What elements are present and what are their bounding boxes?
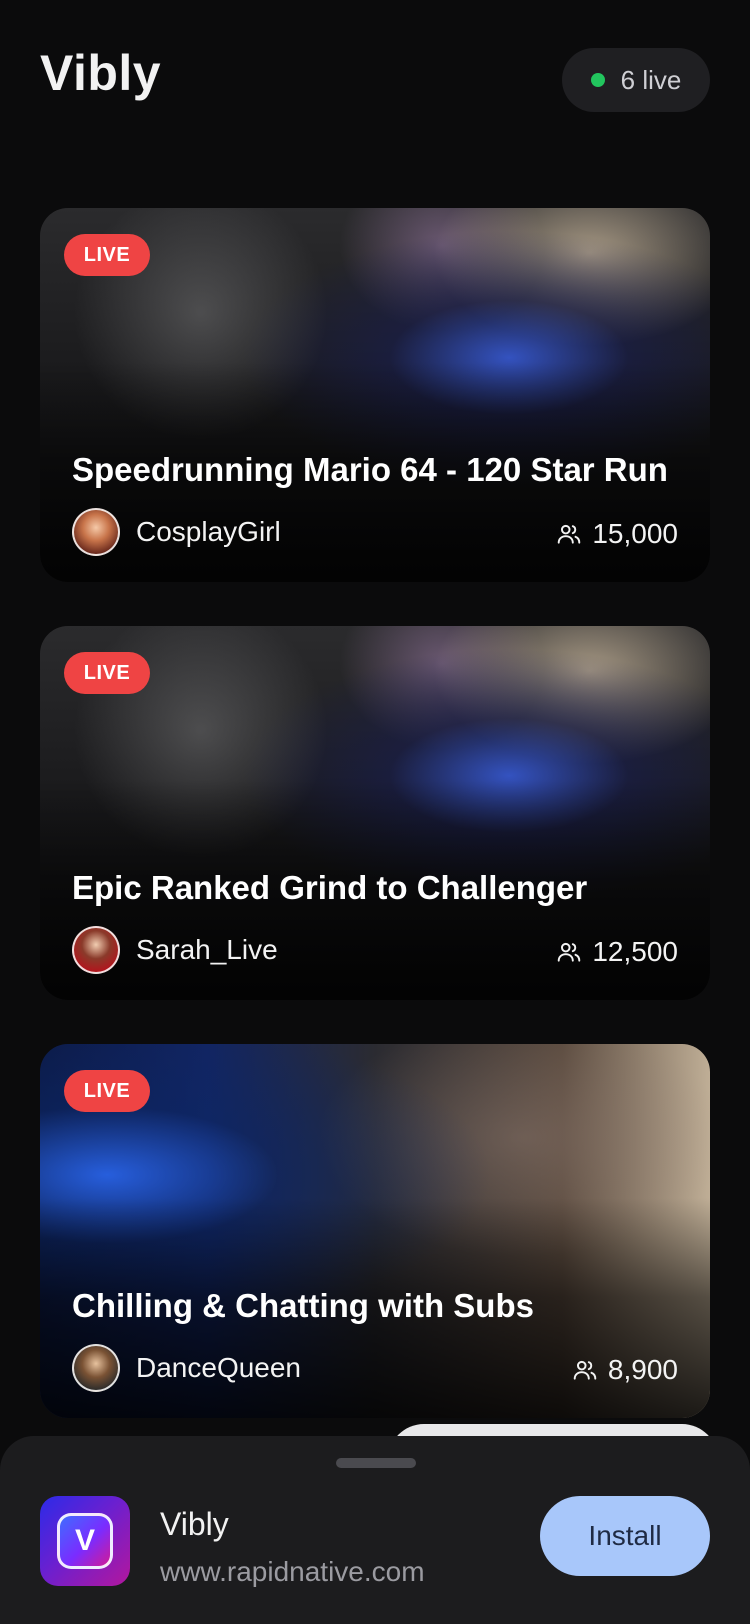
app-icon: V — [40, 1496, 130, 1586]
users-icon — [573, 1360, 597, 1380]
stream-feed: LIVE Speedrunning Mario 64 - 120 Star Ru… — [40, 208, 710, 1462]
stream-card[interactable]: LIVE Speedrunning Mario 64 - 120 Star Ru… — [40, 208, 710, 582]
app-title: Vibly — [40, 45, 162, 101]
streamer-info[interactable]: Sarah_Live — [72, 926, 278, 974]
viewer-count: 15,000 — [556, 518, 678, 550]
sheet-app-url: www.rapidnative.com — [160, 1556, 425, 1587]
streamer-name: CosplayGirl — [136, 516, 281, 547]
viewer-count-value: 12,500 — [592, 936, 678, 967]
stream-title: Chilling & Chatting with Subs — [72, 1286, 534, 1324]
streamer-name: Sarah_Live — [136, 934, 278, 965]
avatar[interactable] — [72, 1344, 120, 1392]
streamer-info[interactable]: DanceQueen — [72, 1344, 301, 1392]
viewer-count-value: 15,000 — [592, 518, 678, 549]
live-badge: LIVE — [64, 1070, 150, 1112]
live-badge: LIVE — [64, 652, 150, 694]
live-badge: LIVE — [64, 234, 150, 276]
viewer-count-value: 8,900 — [607, 1354, 678, 1385]
stream-title: Epic Ranked Grind to Challenger — [72, 868, 588, 906]
viewer-count: 12,500 — [556, 936, 678, 968]
streamer-info[interactable]: CosplayGirl — [72, 508, 281, 556]
users-icon — [558, 524, 581, 544]
stream-title: Speedrunning Mario 64 - 120 Star Run — [72, 450, 668, 488]
viewer-count: 8,900 — [572, 1354, 678, 1386]
stream-card[interactable]: LIVE Epic Ranked Grind to Challenger Sar… — [40, 626, 710, 1000]
sheet-app-name: Vibly — [160, 1506, 229, 1542]
avatar[interactable] — [72, 508, 120, 556]
avatar[interactable] — [72, 926, 120, 974]
install-button[interactable]: Install — [540, 1496, 710, 1576]
stream-card[interactable]: LIVE Chilling & Chatting with Subs Dance… — [40, 1044, 710, 1418]
app-header: Vibly 6 live — [0, 0, 750, 170]
install-sheet: V Vibly www.rapidnative.com Install — [0, 1436, 750, 1624]
streamer-name: DanceQueen — [136, 1352, 302, 1383]
live-dot-icon — [590, 73, 605, 87]
live-count-pill[interactable]: 6 live — [562, 48, 710, 112]
live-count-label: 6 live — [620, 64, 682, 95]
sheet-drag-handle[interactable] — [336, 1458, 416, 1468]
users-icon — [558, 942, 581, 962]
app-logo-icon: V — [57, 1513, 113, 1569]
